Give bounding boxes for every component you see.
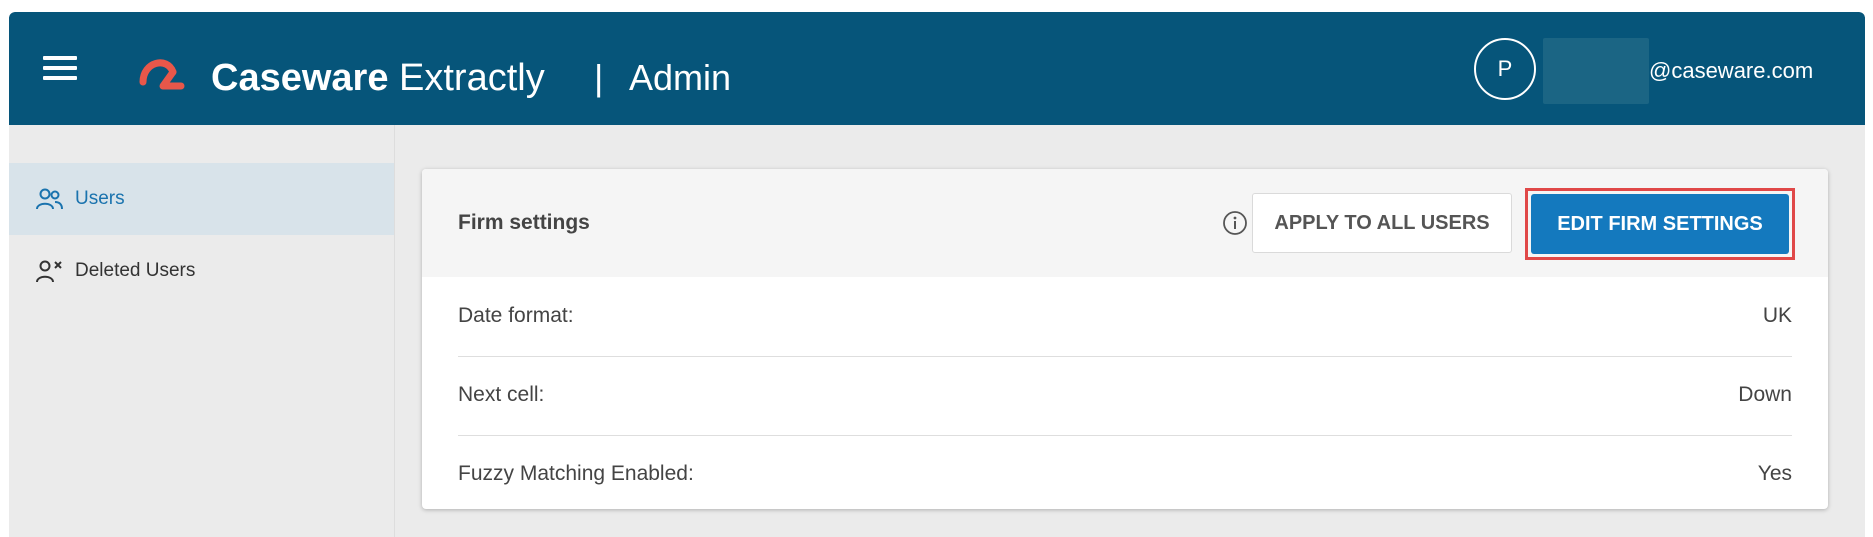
brand-bold-text: Caseware (211, 57, 389, 99)
sidebar-item-deleted-users[interactable]: Deleted Users (9, 235, 394, 307)
info-icon[interactable] (1222, 210, 1248, 236)
sidebar-item-users[interactable]: Users (9, 163, 394, 235)
sidebar: Users Deleted Users (9, 125, 394, 537)
setting-label: Date format: (458, 304, 574, 327)
caseware-logo-icon[interactable] (137, 48, 187, 98)
setting-row-next-cell: Next cell: Down (458, 356, 1792, 436)
main-content: Firm settings APPLY TO ALL USERS EDIT FI… (394, 125, 1865, 537)
firm-settings-card: Firm settings APPLY TO ALL USERS EDIT FI… (422, 169, 1828, 509)
brand-name: Caseware Extractly (211, 56, 545, 100)
app-header: Caseware Extractly | Admin P @caseware.c… (9, 12, 1865, 125)
setting-label: Fuzzy Matching Enabled: (458, 462, 694, 485)
redacted-email-name (1543, 38, 1649, 104)
app-window: Caseware Extractly | Admin P @caseware.c… (9, 12, 1865, 537)
apply-to-all-users-button[interactable]: APPLY TO ALL USERS (1252, 193, 1512, 253)
hamburger-menu-icon[interactable] (43, 54, 77, 82)
brand-light-text: Extractly (388, 57, 545, 99)
card-title: Firm settings (458, 211, 590, 234)
setting-label: Next cell: (458, 383, 545, 406)
section-title: Admin (629, 57, 732, 98)
firm-settings-header: Firm settings APPLY TO ALL USERS EDIT FI… (422, 169, 1828, 277)
edit-firm-settings-button[interactable]: EDIT FIRM SETTINGS (1531, 194, 1789, 254)
sidebar-item-label: Users (75, 188, 125, 209)
setting-value: UK (1762, 304, 1792, 327)
user-remove-icon (36, 260, 62, 283)
setting-value: Yes (1757, 462, 1792, 485)
brand-separator: | (594, 57, 604, 98)
sidebar-item-label: Deleted Users (75, 260, 196, 281)
user-email[interactable]: @caseware.com (1649, 56, 1813, 86)
setting-row-fuzzy-matching: Fuzzy Matching Enabled: Yes (458, 435, 1792, 509)
setting-value: Down (1738, 383, 1792, 406)
users-icon (36, 188, 63, 210)
setting-row-date-format: Date format: UK (458, 277, 1792, 357)
user-avatar[interactable]: P (1474, 38, 1536, 100)
